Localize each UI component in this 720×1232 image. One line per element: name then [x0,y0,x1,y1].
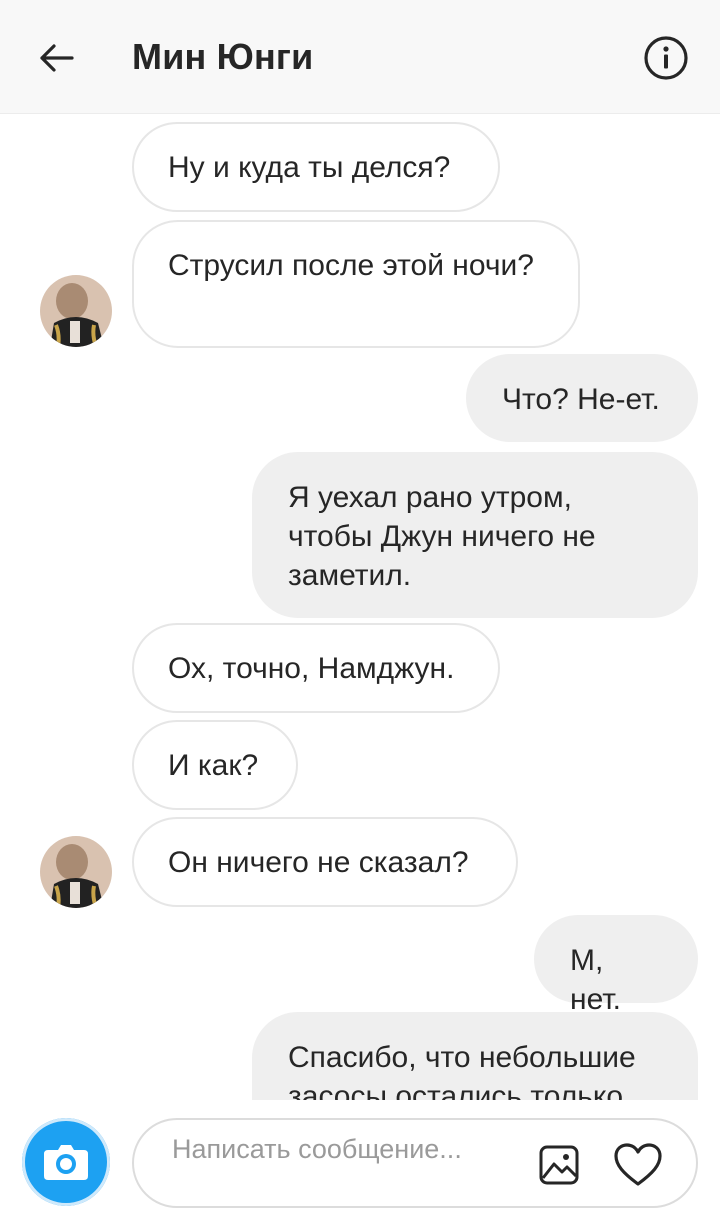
message-bubble[interactable]: Он ничего не сказал? [132,817,518,907]
message-text: И как? [168,749,259,782]
message-input-placeholder: Написать сообщение... [172,1134,462,1164]
message-bubble[interactable]: И как? [132,720,298,810]
message-text: Я уехал рано утром, чтобы Джун ничего не… [288,481,596,592]
message-bubble[interactable]: Струсил после этой ночи? [132,220,580,348]
image-gallery-icon [539,1145,579,1185]
message-bubble[interactable]: Спасибо, что небольшие засосы остались т… [252,1012,698,1100]
message-text: М, нет. [570,944,622,1016]
message-bubble[interactable]: Ну и куда ты делся? [132,122,500,212]
message-text: Он ничего не сказал? [168,846,469,879]
info-circle-icon [644,36,688,80]
message-text: Струсил после этой ночи? [168,249,534,282]
message-text: Что? Не-ет. [502,383,660,416]
message-text: Спасибо, что небольшие засосы остались т… [288,1041,636,1100]
info-button[interactable] [640,32,692,84]
gallery-button[interactable] [536,1142,582,1188]
message-text: Ох, точно, Намджун. [168,652,455,685]
message-bubble[interactable]: М, нет. [534,915,698,1016]
camera-button[interactable] [22,1118,110,1206]
message-bubble[interactable]: Что? Не-ет. [466,354,698,442]
back-button[interactable] [28,32,84,84]
message-bubble[interactable]: Ох, точно, Намджун. [132,623,500,713]
like-button[interactable] [612,1140,664,1190]
message-composer: Написать сообщение... [0,1100,720,1232]
message-thread[interactable]: Ну и куда ты делся? Струсил после этой н… [0,114,720,1100]
message-input[interactable]: Написать сообщение... [132,1118,698,1208]
avatar[interactable] [40,836,112,908]
avatar[interactable] [40,275,112,347]
message-text: Ну и куда ты делся? [168,151,451,184]
camera-icon [44,1145,88,1180]
heart-icon [614,1143,662,1186]
message-bubble[interactable]: Я уехал рано утром, чтобы Джун ничего не… [252,452,698,618]
arrow-left-icon [40,44,74,72]
chat-title[interactable]: Мин Юнги [132,36,313,78]
chat-header: Мин Юнги [0,0,720,114]
